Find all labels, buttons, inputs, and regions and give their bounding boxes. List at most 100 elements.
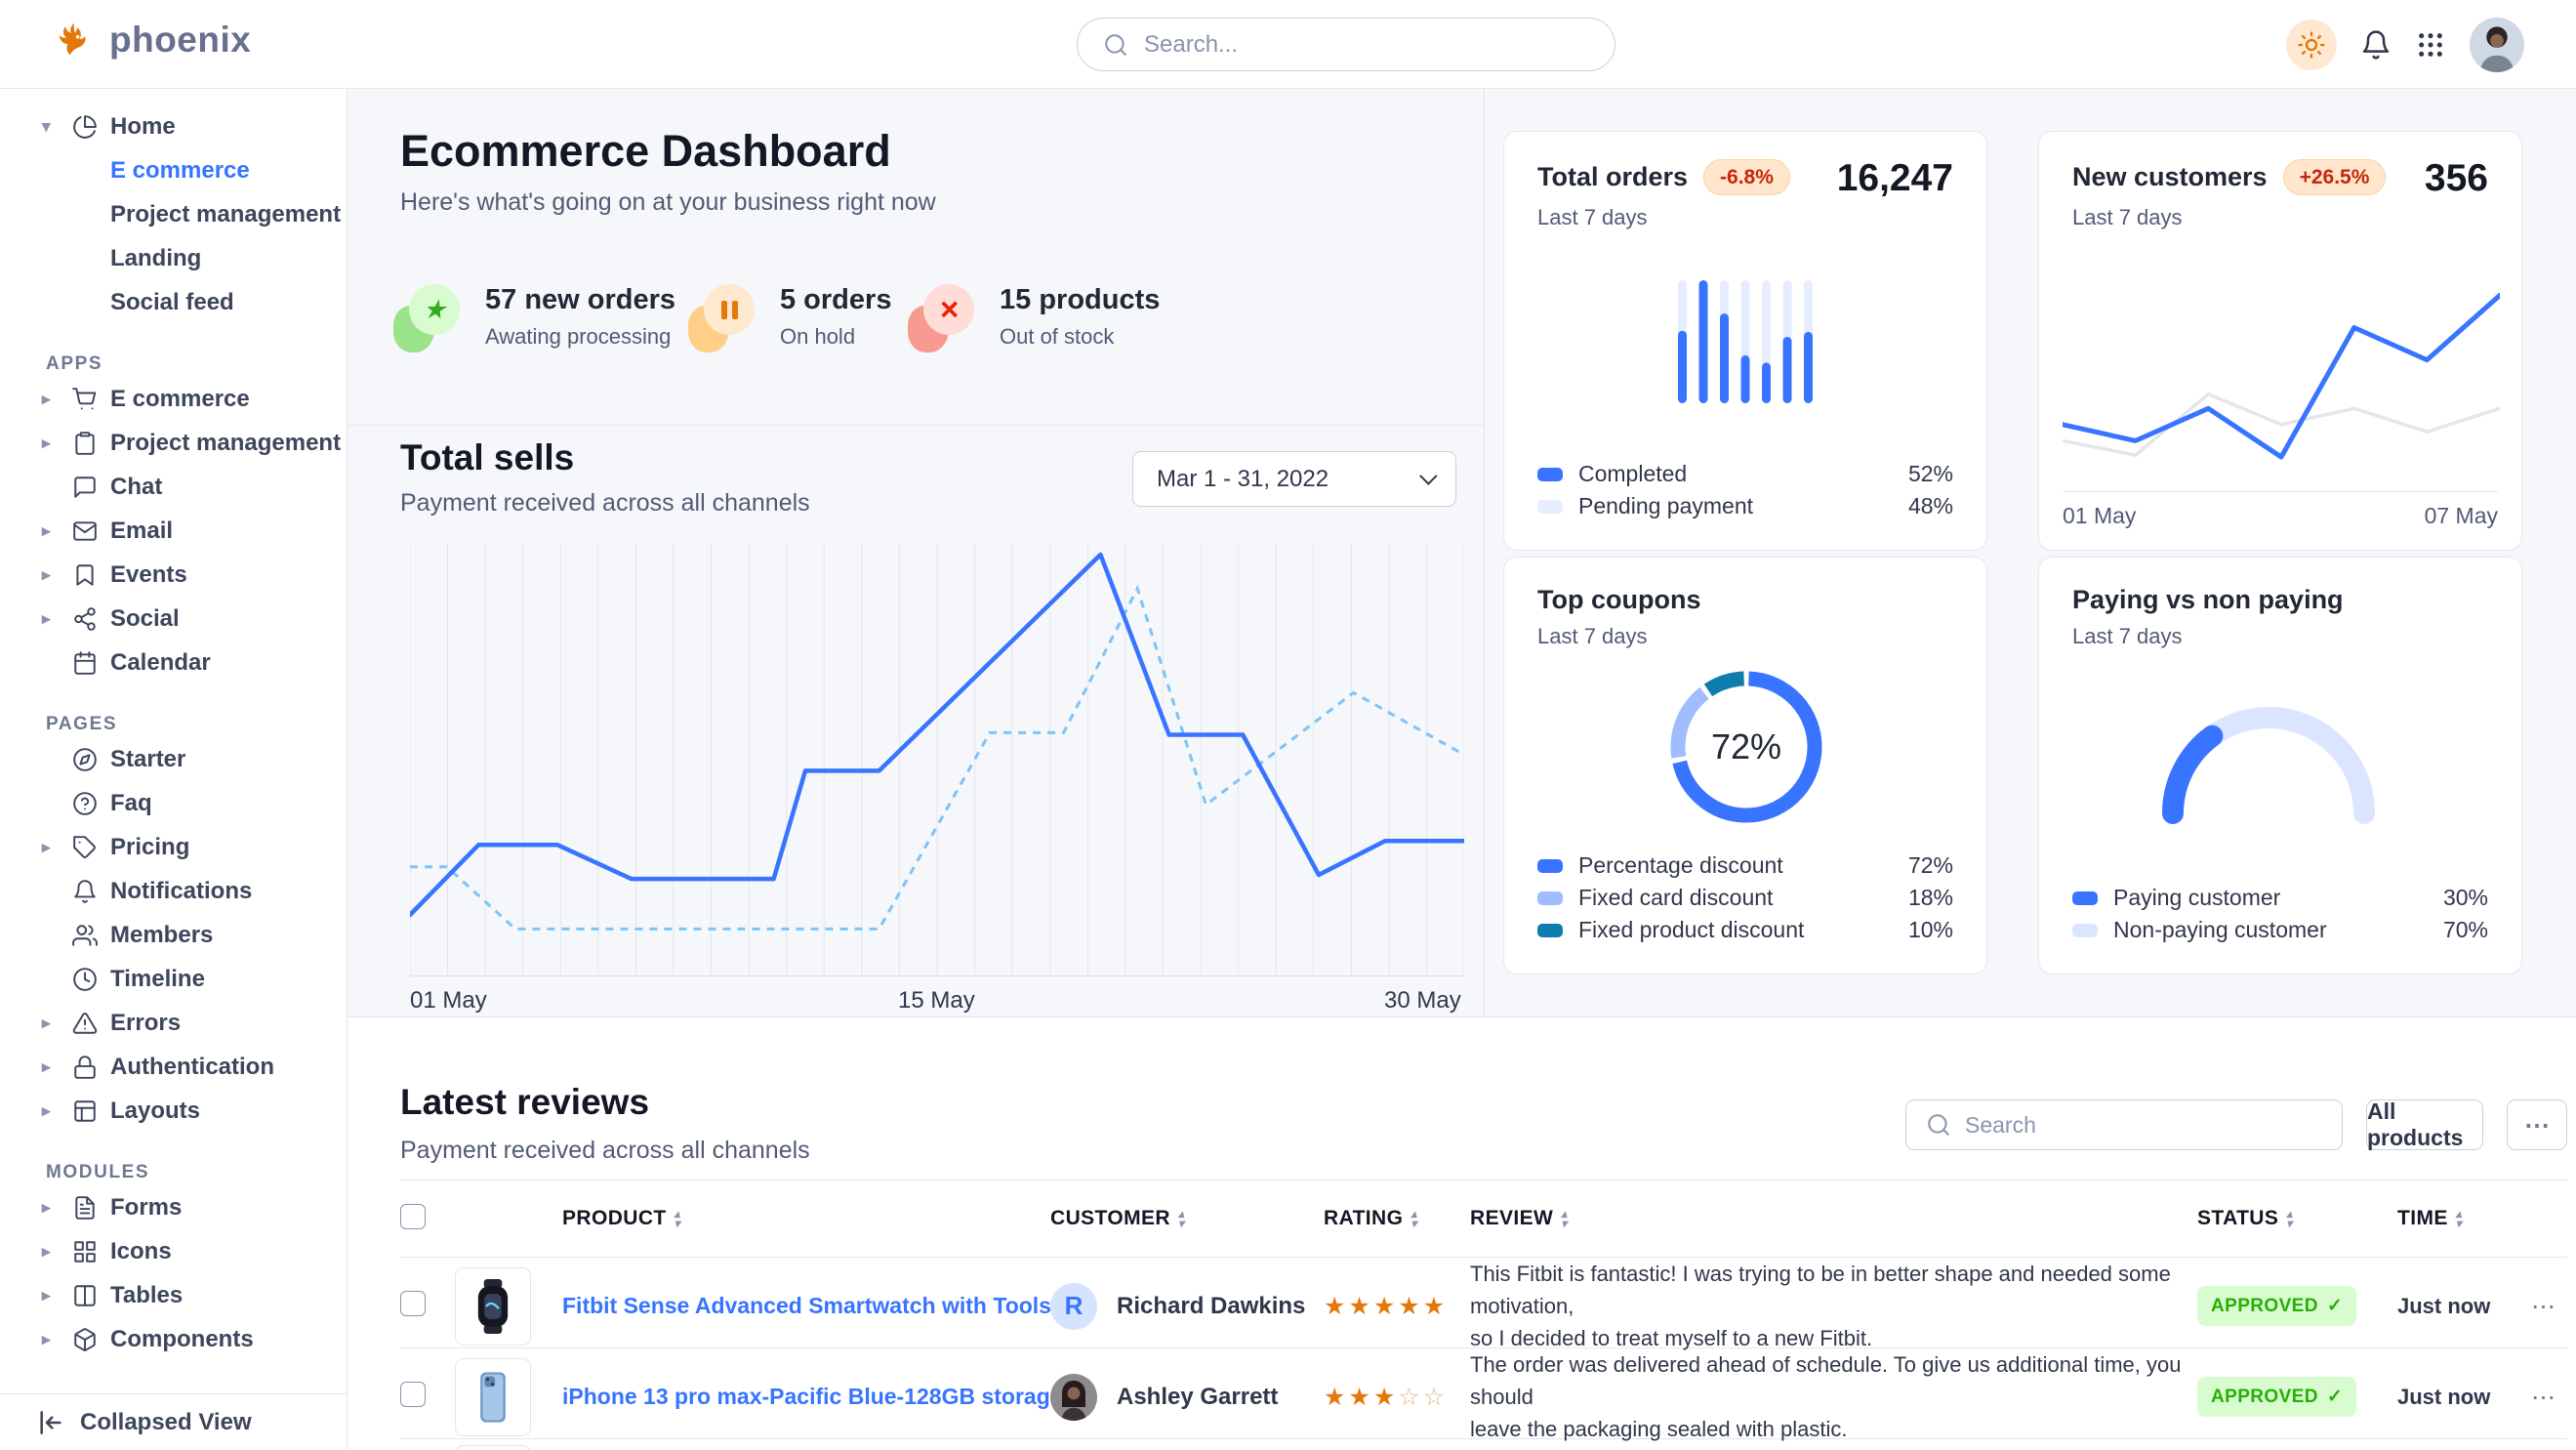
- star-icon: ☆: [1398, 1384, 1422, 1411]
- sidebar-item-project-management-dashboard[interactable]: Project management: [0, 192, 347, 236]
- sidebar-item-social[interactable]: ▸ Social: [0, 597, 347, 641]
- brand-logo[interactable]: phoenix: [51, 18, 251, 62]
- legend-swatch: [1537, 468, 1563, 481]
- sidebar-item-tables[interactable]: ▸ Tables: [0, 1273, 347, 1317]
- sidebar-item-timeline[interactable]: Timeline: [0, 957, 347, 1001]
- sidebar-item-authentication[interactable]: ▸ Authentication: [0, 1045, 347, 1089]
- row-actions-button[interactable]: ⋯: [2519, 1292, 2567, 1321]
- caret-right-icon: ▸: [42, 565, 60, 585]
- file-text-icon: [72, 1195, 98, 1221]
- row-checkbox[interactable]: [400, 1291, 426, 1316]
- x-tick-left: 01 May: [2063, 503, 2136, 529]
- sidebar-item-notifications[interactable]: Notifications: [0, 869, 347, 913]
- card-subtitle: Last 7 days: [1537, 205, 1648, 230]
- sidebar-item-icons[interactable]: ▸ Icons: [0, 1229, 347, 1273]
- reviews-search-input[interactable]: [1965, 1112, 2297, 1139]
- paying-legend: Paying customer 30% Non-paying customer …: [2072, 882, 2488, 946]
- card-title: Total orders: [1537, 162, 1688, 192]
- smartwatch-image: [466, 1276, 520, 1337]
- sidebar-item-social-feed[interactable]: Social feed: [0, 280, 347, 324]
- user-avatar[interactable]: [2470, 18, 2524, 72]
- x-tick-01may: 01 May: [410, 987, 487, 1015]
- sidebar-item-chat[interactable]: Chat: [0, 465, 347, 509]
- global-search[interactable]: [1077, 18, 1615, 71]
- row-actions-button[interactable]: ⋯: [2519, 1383, 2567, 1412]
- sidebar-item-label: Social: [110, 605, 180, 633]
- star-icon: ★: [1423, 1293, 1448, 1320]
- theme-toggle-button[interactable]: [2286, 20, 2337, 70]
- product-link[interactable]: iPhone 13 pro max-Pacific Blue-128GB sto…: [562, 1384, 1063, 1409]
- global-search-input[interactable]: [1144, 31, 1554, 59]
- product-image-smartwatch[interactable]: [455, 1267, 531, 1346]
- column-header-review[interactable]: REVIEW▴▾: [1470, 1207, 2197, 1230]
- pie-chart-icon: [72, 114, 98, 140]
- column-header-rating[interactable]: RATING▴▾: [1324, 1207, 1470, 1230]
- sidebar-item-components[interactable]: ▸ Components: [0, 1317, 347, 1361]
- sidebar-item-ecommerce-dashboard[interactable]: E commerce: [0, 148, 347, 192]
- total-sells-subtitle: Payment received across all channels: [400, 489, 810, 518]
- total-sells-title: Total sells: [400, 437, 574, 478]
- column-header-customer[interactable]: CUSTOMER▴▾: [1050, 1207, 1324, 1230]
- sidebar-item-calendar[interactable]: Calendar: [0, 641, 347, 684]
- customer-avatar-photo[interactable]: [1050, 1374, 1097, 1421]
- page-subtitle: Here's what's going on at your business …: [400, 188, 936, 217]
- bell-icon: [2360, 29, 2392, 61]
- product-image-iphone[interactable]: [455, 1358, 531, 1436]
- collapse-label: Collapsed View: [80, 1409, 252, 1436]
- column-header-time[interactable]: TIME▴▾: [2397, 1207, 2519, 1230]
- stat-value: 15 products: [1000, 284, 1160, 316]
- product-link[interactable]: Fitbit Sense Advanced Smartwatch with To…: [562, 1293, 1097, 1318]
- table-header-row: PRODUCT▴▾ CUSTOMER▴▾ RATING▴▾ REVIEW▴▾ S…: [400, 1180, 2567, 1258]
- new-orders-star-icon: ★: [395, 284, 460, 349]
- sidebar-item-events[interactable]: ▸ Events: [0, 553, 347, 597]
- apps-menu-button[interactable]: [2415, 29, 2446, 61]
- legend-swatch: [2072, 891, 2098, 905]
- notifications-button[interactable]: [2360, 29, 2392, 61]
- customer-avatar-initial[interactable]: R: [1050, 1283, 1097, 1330]
- cart-icon: [72, 387, 98, 412]
- total-orders-value: 16,247: [1837, 157, 1953, 200]
- sidebar-item-errors[interactable]: ▸ Errors: [0, 1001, 347, 1045]
- donut-center-label: 72%: [1660, 661, 1832, 833]
- sidebar-item-layouts[interactable]: ▸ Layouts: [0, 1089, 347, 1133]
- iphone-image: [466, 1367, 520, 1428]
- sidebar-item-email[interactable]: ▸ Email: [0, 509, 347, 553]
- sidebar-item-label: Home: [110, 113, 176, 141]
- legend-value: 48%: [1908, 493, 1953, 519]
- reviews-more-button[interactable]: ⋯: [2507, 1099, 2567, 1150]
- all-products-button[interactable]: All products: [2366, 1099, 2483, 1150]
- row-checkbox[interactable]: [400, 1382, 426, 1407]
- select-all-checkbox[interactable]: [400, 1204, 426, 1229]
- sidebar-item-label: Notifications: [110, 878, 252, 905]
- collapse-sidebar-button[interactable]: Collapsed View: [0, 1393, 347, 1450]
- caret-right-icon: ▸: [42, 1014, 60, 1033]
- sun-icon: [2297, 30, 2326, 60]
- sidebar-item-faq[interactable]: Faq: [0, 781, 347, 825]
- sidebar-item-apps-project-management[interactable]: ▸ Project management: [0, 421, 347, 465]
- rating-stars: ★★★★★: [1324, 1292, 1470, 1321]
- reviews-search[interactable]: [1905, 1099, 2343, 1150]
- card-subtitle: Last 7 days: [2072, 205, 2183, 230]
- legend-label: Non-paying customer: [2113, 917, 2327, 943]
- avatar-photo: [2470, 18, 2524, 72]
- top-coupons-card: Top coupons Last 7 days 72% Percentage d…: [1503, 557, 1987, 974]
- sidebar-item-members[interactable]: Members: [0, 913, 347, 957]
- trend-badge: +26.5%: [2283, 159, 2387, 195]
- sidebar-item-home[interactable]: ▾ Home: [0, 104, 347, 148]
- sidebar-item-landing[interactable]: Landing: [0, 236, 347, 280]
- check-icon: ✓: [2327, 1295, 2343, 1317]
- column-header-product[interactable]: PRODUCT▴▾: [562, 1207, 1050, 1230]
- column-header-status[interactable]: STATUS▴▾: [2197, 1207, 2397, 1230]
- sidebar-item-label: Authentication: [110, 1054, 274, 1081]
- customer-photo: [1050, 1374, 1097, 1421]
- date-range-select[interactable]: Mar 1 - 31, 2022: [1132, 451, 1456, 507]
- sidebar-item-forms[interactable]: ▸ Forms: [0, 1185, 347, 1229]
- sidebar-item-starter[interactable]: Starter: [0, 737, 347, 781]
- sidebar-item-label: E commerce: [110, 386, 250, 413]
- legend-row: Non-paying customer 70%: [2072, 914, 2488, 946]
- clipboard-icon: [72, 431, 98, 456]
- product-image[interactable]: [455, 1445, 531, 1450]
- sidebar-item-apps-ecommerce[interactable]: ▸ E commerce: [0, 377, 347, 421]
- rating-stars: ★★★☆☆: [1324, 1383, 1470, 1412]
- sidebar-item-pricing[interactable]: ▸ Pricing: [0, 825, 347, 869]
